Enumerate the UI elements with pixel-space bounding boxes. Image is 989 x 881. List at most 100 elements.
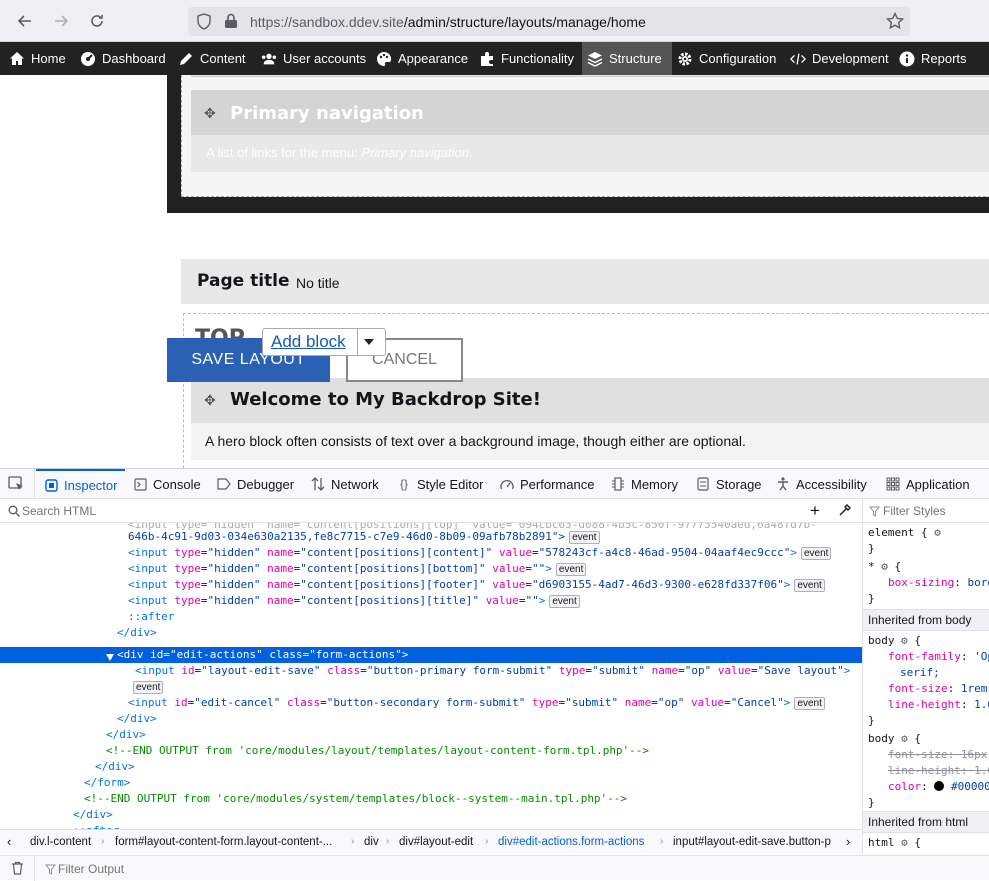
breadcrumb-item[interactable]: div	[364, 830, 379, 854]
color-swatch[interactable]	[934, 781, 945, 791]
markup-line[interactable]: </div>	[73, 807, 113, 823]
admin-menu-functionality[interactable]: Functionality	[479, 42, 574, 75]
expand-triangle-icon[interactable]	[106, 651, 114, 664]
event-badge[interactable]: event	[133, 681, 164, 694]
rule-declaration[interactable]: font-size: 1rem	[888, 681, 987, 697]
markup-comment[interactable]: <!--END OUTPUT from 'core/modules/system…	[84, 791, 627, 807]
markup-line[interactable]: <input type="hidden" name="content[posit…	[128, 545, 832, 561]
markup-line[interactable]: </form>	[84, 775, 130, 791]
rule-element[interactable]: element { ⚙	[868, 525, 941, 541]
admin-menu-label: Functionality	[501, 51, 574, 66]
hero-block[interactable]: ✥ Welcome to My Backdrop Site!	[191, 378, 989, 423]
markup-line[interactable]: </div>	[106, 727, 146, 743]
tab-performance[interactable]: Performance	[500, 469, 594, 499]
gear-icon[interactable]: ⚙	[901, 732, 908, 745]
tab-style-editor[interactable]: {} Style Editor	[397, 469, 484, 499]
tab-debugger[interactable]: Debugger	[217, 469, 294, 499]
markup-pseudo[interactable]: ::after	[128, 609, 174, 625]
tab-console[interactable]: Console	[133, 469, 201, 499]
filter-output-input[interactable]	[58, 860, 358, 878]
tab-accessibility[interactable]: Accessibility	[776, 469, 867, 499]
breadcrumb-item[interactable]: form#layout-content-form.layout-content-…	[115, 830, 332, 854]
admin-menu-dashboard[interactable]: Dashboard	[80, 42, 166, 75]
breadcrumb-item[interactable]: input#layout-edit-save.button-p	[673, 830, 839, 854]
desc-text: A list of links for the menu:	[206, 145, 362, 160]
scroll-right-icon[interactable]: ›	[846, 830, 850, 854]
tab-application[interactable]: Application	[886, 469, 970, 499]
element-picker-icon[interactable]	[8, 476, 25, 495]
rule-declaration[interactable]: font-family: 'Op	[888, 649, 989, 665]
breadcrumb-item[interactable]: div#layout-edit	[399, 830, 473, 854]
admin-menu-reports[interactable]: Reports	[899, 42, 967, 75]
move-handle-icon[interactable]: ✥	[204, 393, 218, 407]
admin-menu-home[interactable]: Home	[9, 42, 66, 75]
markup-line[interactable]: <input type="hidden" name="content[posit…	[128, 593, 580, 609]
admin-menu-configuration[interactable]: Configuration	[677, 42, 776, 75]
primary-navigation-block[interactable]: ✥ Primary navigation A list of links for…	[191, 90, 989, 172]
eyedropper-icon[interactable]	[838, 503, 852, 520]
address-bar[interactable]: https://sandbox.ddev.site/admin/structur…	[188, 7, 910, 36]
lock-icon[interactable]	[224, 13, 238, 32]
event-badge[interactable]: event	[800, 547, 832, 560]
markup-line[interactable]: </div>	[95, 759, 135, 775]
markup-line[interactable]: <input id="edit-cancel" class="button-se…	[128, 695, 825, 711]
reload-icon[interactable]	[85, 9, 109, 33]
add-node-icon[interactable]: +	[810, 502, 820, 519]
rule-selector[interactable]: * ⚙ {	[868, 559, 901, 575]
move-handle-icon[interactable]: ✥	[204, 106, 218, 120]
markup-comment[interactable]: <!--END OUTPUT from 'core/modules/layout…	[106, 743, 649, 759]
markup-line[interactable]: </div>	[117, 711, 157, 727]
shield-icon[interactable]	[196, 13, 212, 33]
attr-value: Save layout	[764, 664, 838, 677]
admin-menu-user-accounts[interactable]: User accounts	[261, 42, 366, 75]
tab-label: Network	[331, 476, 379, 492]
markup-line[interactable]: 646b-4c91-9d03-034e630a2135,fe8c7715-c7e…	[128, 529, 600, 545]
event-badge[interactable]: event	[555, 563, 587, 576]
markup-line[interactable]: </div>	[117, 625, 157, 641]
markup-line[interactable]: <input type="hidden" name="content[posit…	[128, 561, 587, 577]
gear-icon[interactable]: ⚙	[881, 560, 888, 573]
tab-inspector[interactable]: Inspector	[36, 469, 126, 499]
event-badge[interactable]: event	[549, 595, 580, 608]
caret-down-icon[interactable]	[363, 336, 375, 351]
tab-storage[interactable]: Storage	[696, 469, 762, 499]
breadcrumb-item-selected[interactable]: div#edit-actions.form-actions	[498, 830, 644, 854]
selected-node[interactable]: <div id="edit-actions" class="form-actio…	[0, 647, 862, 663]
admin-menu-structure[interactable]: Structure	[582, 42, 672, 75]
back-arrow-icon[interactable]	[13, 9, 37, 33]
rule-declaration[interactable]: line-height: 1.6	[888, 697, 989, 713]
tab-memory[interactable]: Memory	[611, 469, 678, 499]
event-badge[interactable]: event	[794, 697, 825, 710]
admin-menu-development[interactable]: Development	[790, 42, 889, 75]
attr-value: content[positions][bottom]	[306, 562, 480, 575]
rule-declaration[interactable]: box-sizing: bord	[888, 575, 989, 591]
breadcrumb-item[interactable]: div.l-content	[30, 830, 91, 854]
tab-network[interactable]: Network	[311, 469, 379, 499]
rule-selector[interactable]: body ⚙ {	[868, 633, 921, 649]
search-html-input[interactable]	[22, 502, 782, 520]
gear-icon[interactable]: ⚙	[934, 526, 941, 539]
scroll-left-icon[interactable]: ‹	[7, 830, 11, 854]
forward-arrow-icon[interactable]	[49, 9, 73, 33]
event-badge[interactable]: event	[569, 531, 600, 544]
page-title-label: Page title	[197, 271, 290, 291]
filter-styles-input[interactable]	[883, 502, 987, 520]
rule-selector[interactable]: html ⚙ {	[868, 835, 921, 851]
markup-line[interactable]: event	[133, 679, 164, 695]
gear-icon[interactable]: ⚙	[901, 836, 908, 849]
markup-line[interactable]: <input type="hidden" name="content[posit…	[128, 577, 825, 593]
bookmark-star-icon[interactable]	[885, 11, 905, 33]
console-icon	[133, 477, 147, 491]
rule-declaration[interactable]: color: #00000	[888, 779, 989, 795]
overridden-declaration[interactable]: line-height: 1.6	[888, 763, 989, 779]
overridden-declaration[interactable]: font-size: 16px	[888, 747, 987, 763]
add-block-link[interactable]: Add block	[271, 332, 346, 352]
trash-icon[interactable]	[11, 861, 24, 878]
attr-value: button-primary form-submit	[373, 664, 546, 677]
admin-menu-appearance[interactable]: Appearance	[376, 42, 468, 75]
event-badge[interactable]: event	[794, 579, 825, 592]
admin-menu-content[interactable]: Content	[178, 42, 246, 75]
gear-icon[interactable]: ⚙	[901, 634, 908, 647]
rule-selector[interactable]: body ⚙ {	[868, 731, 921, 747]
markup-line[interactable]: <input id="layout-edit-save" class="butt…	[135, 663, 850, 679]
